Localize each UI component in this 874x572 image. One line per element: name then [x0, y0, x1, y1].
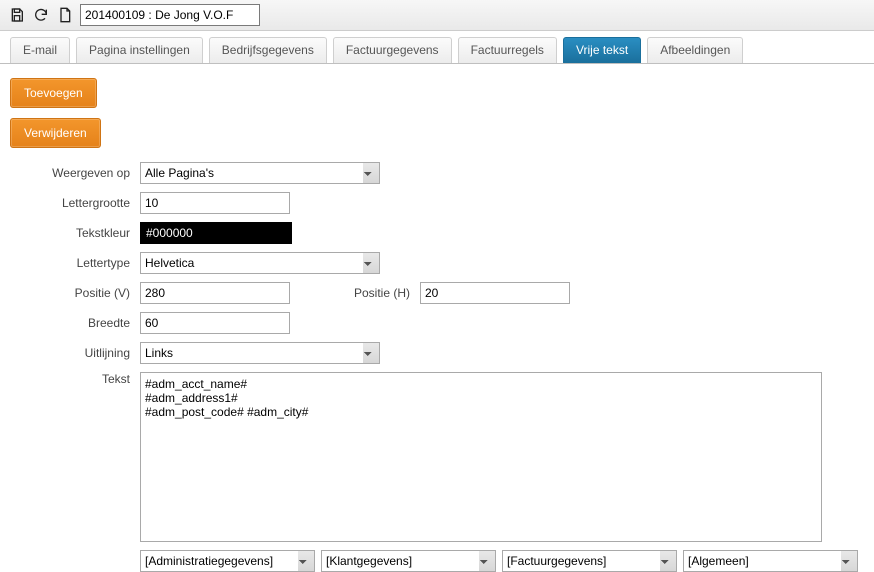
- add-button[interactable]: Toevoegen: [10, 78, 97, 108]
- font-size-input[interactable]: [140, 192, 290, 214]
- tab-page-settings[interactable]: Pagina instellingen: [76, 37, 203, 63]
- label-font-size: Lettergrootte: [10, 196, 140, 210]
- tab-invoice-data[interactable]: Factuurgegevens: [333, 37, 452, 63]
- tab-email[interactable]: E-mail: [10, 37, 70, 63]
- admin-data-select[interactable]: [Administratiegegevens]: [140, 550, 315, 572]
- tab-invoice-lines[interactable]: Factuurregels: [458, 37, 557, 63]
- tab-company-data[interactable]: Bedrijfsgegevens: [209, 37, 327, 63]
- align-select[interactable]: Links: [140, 342, 380, 364]
- tab-free-text[interactable]: Vrije tekst: [563, 37, 641, 63]
- label-text: Tekst: [10, 372, 140, 386]
- label-align: Uitlijning: [10, 346, 140, 360]
- general-select[interactable]: [Algemeen]: [683, 550, 858, 572]
- label-width: Breedte: [10, 316, 140, 330]
- show-on-select[interactable]: Alle Pagina's: [140, 162, 380, 184]
- delete-button[interactable]: Verwijderen: [10, 118, 101, 148]
- pos-h-input[interactable]: [420, 282, 570, 304]
- top-toolbar: 201400109 : De Jong V.O.F: [0, 0, 874, 31]
- label-pos-v: Positie (V): [10, 286, 140, 300]
- refresh-icon[interactable]: [32, 6, 50, 24]
- text-textarea[interactable]: [140, 372, 822, 542]
- save-icon[interactable]: [8, 6, 26, 24]
- customer-data-select[interactable]: [Klantgegevens]: [321, 550, 496, 572]
- tab-images[interactable]: Afbeeldingen: [647, 37, 743, 63]
- label-font: Lettertype: [10, 256, 140, 270]
- new-document-icon[interactable]: [56, 6, 74, 24]
- pos-v-input[interactable]: [140, 282, 290, 304]
- invoice-data-select[interactable]: [Factuurgegevens]: [502, 550, 677, 572]
- record-selector[interactable]: 201400109 : De Jong V.O.F: [80, 4, 260, 26]
- width-input[interactable]: [140, 312, 290, 334]
- label-show-on: Weergeven op: [10, 166, 140, 180]
- form-panel: Toevoegen Verwijderen Weergeven op Alle …: [0, 64, 874, 572]
- font-select[interactable]: Helvetica: [140, 252, 380, 274]
- label-text-color: Tekstkleur: [10, 226, 140, 240]
- label-pos-h: Positie (H): [320, 286, 420, 300]
- text-color-field[interactable]: #000000: [140, 222, 292, 244]
- tab-strip: E-mail Pagina instellingen Bedrijfsgegev…: [0, 31, 874, 64]
